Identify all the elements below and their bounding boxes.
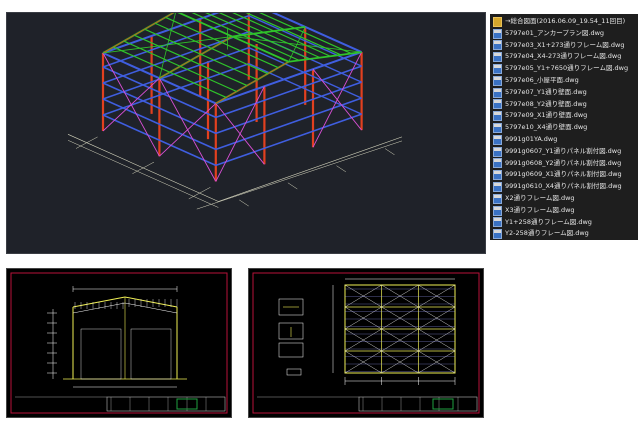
dwg-file-icon xyxy=(493,28,502,39)
elevation-drawing-sheet xyxy=(10,272,228,414)
file-name-label: 5797e10_X4通り壁面.dwg xyxy=(505,123,588,132)
frame-elevation-drawing[interactable] xyxy=(6,268,232,418)
dwg-file-icon xyxy=(493,146,502,157)
file-list-item[interactable]: →総合図面(2016.06.09_19.54_11回目) xyxy=(493,16,635,28)
file-list-item[interactable]: 9991g0609_X1通りパネル割付図.dwg xyxy=(493,169,635,181)
file-name-label: 9991g01YA.dwg xyxy=(505,134,558,143)
frame-rafter xyxy=(124,296,178,308)
folder-icon xyxy=(493,16,502,27)
file-list-item[interactable]: 9991g0607_Y1通りパネル割付図.dwg xyxy=(493,146,635,158)
dwg-file-icon xyxy=(493,123,502,134)
girt xyxy=(215,113,362,167)
file-name-label: Y1+258通りフレーム図.dwg xyxy=(505,217,592,226)
file-list-item[interactable]: 9991g0610_X4通りパネル割付図.dwg xyxy=(493,181,635,193)
file-name-label: 5797e08_Y2通り壁面.dwg xyxy=(505,99,587,108)
file-name-label: Y2-258通りフレーム図.dwg xyxy=(505,229,589,238)
girt xyxy=(102,62,250,116)
file-list-item[interactable]: 5797e09_X1通り壁面.dwg xyxy=(493,110,635,122)
dwg-file-icon xyxy=(493,64,502,75)
file-name-label: 9991g0610_X4通りパネル割付図.dwg xyxy=(505,182,622,191)
file-name-label: →総合図面(2016.06.09_19.54_11回目) xyxy=(505,17,626,25)
file-name-label: X2通りフレーム図.dwg xyxy=(505,193,575,202)
dimension-tick xyxy=(287,182,298,190)
file-list-item[interactable]: 9991g0608_Y2通りパネル割付図.dwg xyxy=(493,158,635,170)
dimension-line xyxy=(196,140,403,210)
file-list-item[interactable]: 5797e10_X4通り壁面.dwg xyxy=(493,122,635,134)
dwg-file-icon xyxy=(493,99,502,110)
door-opening xyxy=(130,328,172,380)
legend-box xyxy=(286,368,302,376)
dimension-tick xyxy=(384,148,395,156)
file-name-label: 5797e01_アンカープラン図.dwg xyxy=(505,28,605,37)
roof-plan-drawing[interactable] xyxy=(248,268,484,418)
file-list-item[interactable]: 5797e07_Y1通り壁面.dwg xyxy=(493,87,635,99)
file-list-item[interactable]: X2通りフレーム図.dwg xyxy=(493,193,635,205)
dwg-file-icon xyxy=(493,52,502,63)
file-list-item[interactable]: 5797e08_Y2通り壁面.dwg xyxy=(493,99,635,111)
file-name-label: 5797e07_Y1通り壁面.dwg xyxy=(505,87,587,96)
dwg-file-icon xyxy=(493,158,502,169)
dwg-file-icon xyxy=(493,182,502,193)
ridge-beam xyxy=(177,13,290,63)
dwg-file-icon xyxy=(493,193,502,204)
file-name-label: 9991g0608_Y2通りパネル割付図.dwg xyxy=(505,158,622,167)
dwg-file-icon xyxy=(493,205,502,216)
file-list-item[interactable]: 5797e03_X1+273通りフレーム図.dwg xyxy=(493,40,635,52)
file-name-label: 5797e06_小屋平面.dwg xyxy=(505,75,579,84)
dimension-tick xyxy=(239,199,249,207)
file-list-item[interactable]: 9991g01YA.dwg xyxy=(493,134,635,146)
file-name-label: X3通りフレーム図.dwg xyxy=(505,205,575,214)
door-opening xyxy=(80,328,122,380)
dimension-tick xyxy=(132,161,155,174)
dimension-line xyxy=(218,136,403,202)
file-list-item[interactable]: 5797e01_アンカープラン図.dwg xyxy=(493,28,635,40)
file-name-label: 9991g0609_X1通りパネル割付図.dwg xyxy=(505,170,622,179)
file-list-item[interactable]: 5797e04_X4-273通りフレーム図.dwg xyxy=(493,51,635,63)
truss-chord xyxy=(124,302,178,314)
file-name-label: 5797e05_Y1+7650通りフレーム図.dwg xyxy=(505,64,629,73)
dwg-file-icon xyxy=(493,75,502,86)
file-list-item[interactable]: X3通りフレーム図.dwg xyxy=(493,205,635,217)
dimension-line xyxy=(67,140,219,208)
file-name-label: 5797e04_X4-273通りフレーム図.dwg xyxy=(505,52,622,61)
dwg-file-icon xyxy=(493,87,502,98)
title-block xyxy=(358,396,478,412)
dwg-file-icon xyxy=(493,170,502,181)
file-list-item[interactable]: 5797e05_Y1+7650通りフレーム図.dwg xyxy=(493,63,635,75)
file-list-item[interactable]: Y1+258通りフレーム図.dwg xyxy=(493,217,635,229)
3d-model-viewport[interactable] xyxy=(6,12,486,254)
file-name-label: 5797e09_X1通り壁面.dwg xyxy=(505,111,588,120)
dwg-file-list[interactable]: →総合図面(2016.06.09_19.54_11回目) 5797e01_アンカー… xyxy=(490,14,638,240)
plan-drawing-sheet xyxy=(252,272,480,414)
dimension-tick xyxy=(188,187,211,200)
title-block xyxy=(106,396,226,412)
dimension-tick xyxy=(336,165,347,173)
dwg-file-icon xyxy=(493,229,502,240)
sheet-border xyxy=(10,272,228,414)
detail-box xyxy=(278,342,304,358)
girt xyxy=(215,81,362,135)
girt xyxy=(215,97,362,151)
file-list-item[interactable]: Y2-258通りフレーム図.dwg xyxy=(493,228,635,240)
title-block-logo xyxy=(432,398,454,410)
dwg-file-icon xyxy=(493,111,502,122)
file-list-item[interactable]: 5797e06_小屋平面.dwg xyxy=(493,75,635,87)
dwg-file-icon xyxy=(493,217,502,228)
file-name-label: 5797e03_X1+273通りフレーム図.dwg xyxy=(505,40,625,49)
dwg-file-icon xyxy=(493,134,502,145)
steel-frame-3d-model xyxy=(67,13,403,210)
dimension-tick xyxy=(75,136,98,149)
dwg-file-icon xyxy=(493,40,502,51)
file-name-label: 9991g0607_Y1通りパネル割付図.dwg xyxy=(505,146,622,155)
